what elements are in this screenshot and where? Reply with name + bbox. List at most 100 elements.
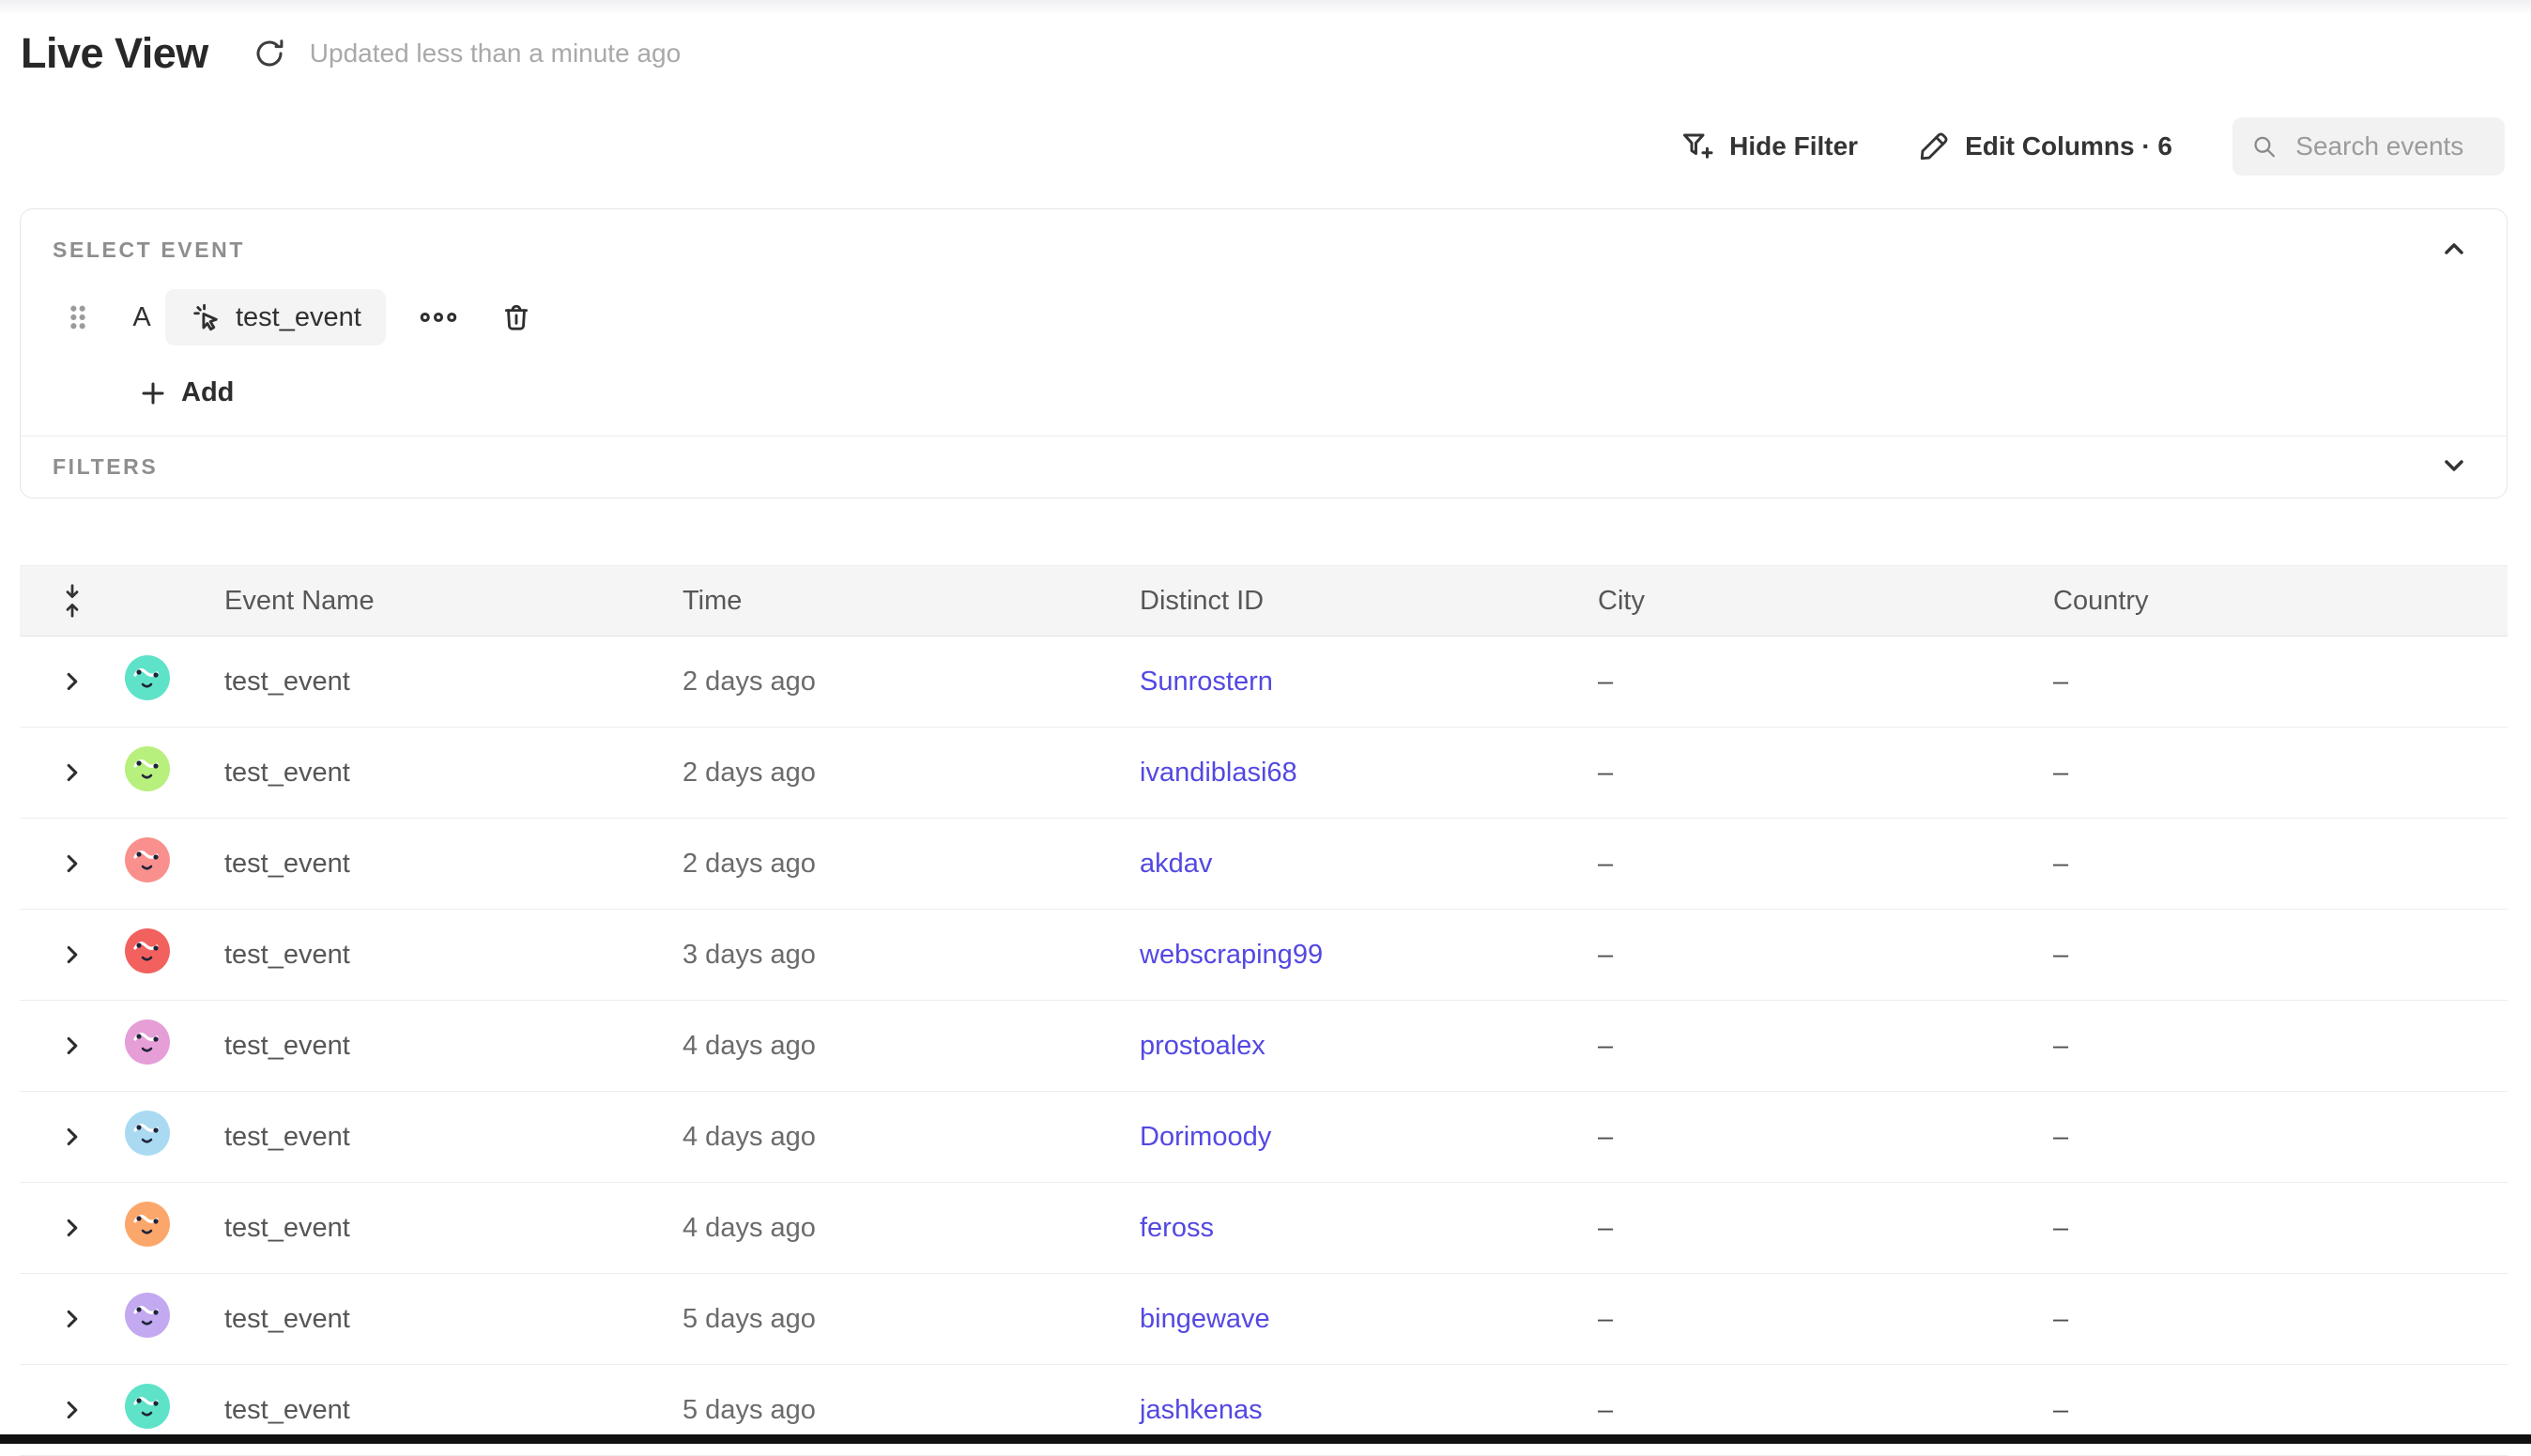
search-box[interactable]	[2232, 117, 2505, 176]
event-more-options-button[interactable]	[412, 301, 465, 333]
drag-handle-icon[interactable]	[66, 301, 90, 333]
edit-columns-button[interactable]: Edit Columns · 6	[1918, 130, 2172, 162]
event-name-cell: test_event	[224, 1213, 683, 1244]
trash-icon	[500, 301, 532, 333]
time-cell: 4 days ago	[683, 1031, 1140, 1062]
plus-icon	[139, 379, 167, 407]
filter-plus-icon	[1680, 130, 1714, 163]
chevron-right-icon	[60, 1307, 84, 1331]
city-cell: –	[1598, 940, 2053, 971]
bottom-window-edge	[0, 1434, 2531, 1444]
time-cell: 2 days ago	[683, 758, 1140, 789]
country-cell: –	[2053, 1395, 2508, 1426]
city-cell: –	[1598, 1395, 2053, 1426]
distinct-id-link[interactable]: feross	[1140, 1213, 1214, 1243]
expand-row-button[interactable]	[60, 943, 84, 967]
country-cell: –	[2053, 1304, 2508, 1335]
user-avatar	[125, 1293, 170, 1345]
distinct-id-link[interactable]: Dorimoody	[1140, 1122, 1271, 1152]
country-cell: –	[2053, 667, 2508, 697]
expand-filters-button[interactable]	[2439, 451, 2469, 483]
refresh-icon	[253, 37, 286, 70]
distinct-id-link[interactable]: bingewave	[1140, 1304, 1270, 1334]
event-name-cell: test_event	[224, 1031, 683, 1062]
event-name-cell: test_event	[224, 849, 683, 880]
selected-event-name: test_event	[236, 302, 361, 333]
city-cell: –	[1598, 1122, 2053, 1153]
distinct-id-link[interactable]: akdav	[1140, 849, 1212, 879]
time-cell: 2 days ago	[683, 849, 1140, 880]
chevron-right-icon	[60, 851, 84, 876]
hide-filter-label: Hide Filter	[1729, 131, 1858, 161]
chevron-right-icon	[60, 669, 84, 694]
event-name-cell: test_event	[224, 940, 683, 971]
hide-filter-button[interactable]: Hide Filter	[1680, 130, 1858, 163]
pencil-icon	[1918, 130, 1950, 162]
expand-row-button[interactable]	[60, 851, 84, 876]
time-cell: 2 days ago	[683, 667, 1140, 697]
delete-event-button[interactable]	[497, 298, 536, 337]
table-row: test_event 2 days ago akdav – –	[20, 819, 2508, 910]
expand-row-button[interactable]	[60, 669, 84, 694]
toolbar: Hide Filter Edit Columns · 6	[1680, 116, 2505, 176]
refresh-button[interactable]	[252, 36, 287, 71]
user-avatar	[125, 928, 170, 981]
user-avatar	[125, 1111, 170, 1163]
city-cell: –	[1598, 667, 2053, 697]
edit-columns-label: Edit Columns · 6	[1965, 131, 2172, 161]
expand-row-button[interactable]	[60, 1398, 84, 1422]
chevron-right-icon	[60, 1398, 84, 1422]
column-header-distinct-id: Distinct ID	[1140, 586, 1598, 617]
user-avatar	[125, 1019, 170, 1072]
user-avatar	[125, 1384, 170, 1436]
table-body: test_event 2 days ago Sunrostern – –	[20, 636, 2508, 1456]
expand-row-button[interactable]	[60, 1125, 84, 1149]
table-row: test_event 5 days ago bingewave – –	[20, 1274, 2508, 1365]
search-icon	[2251, 130, 2277, 162]
user-avatar	[125, 746, 170, 799]
country-cell: –	[2053, 758, 2508, 789]
country-cell: –	[2053, 1213, 2508, 1244]
expand-row-button[interactable]	[60, 1216, 84, 1240]
expand-row-button[interactable]	[60, 1307, 84, 1331]
table-row: test_event 4 days ago feross – –	[20, 1183, 2508, 1274]
chevron-right-icon	[60, 1216, 84, 1240]
city-cell: –	[1598, 849, 2053, 880]
time-cell: 3 days ago	[683, 940, 1140, 971]
distinct-id-link[interactable]: prostoalex	[1140, 1031, 1266, 1061]
event-row-letter: A	[130, 302, 154, 333]
event-name-cell: test_event	[224, 1395, 683, 1426]
column-header-time: Time	[683, 586, 1140, 617]
search-input[interactable]	[2293, 130, 2486, 162]
distinct-id-link[interactable]: jashkenas	[1140, 1395, 1263, 1425]
filters-label: FILTERS	[53, 454, 158, 480]
country-cell: –	[2053, 940, 2508, 971]
distinct-id-link[interactable]: webscraping99	[1140, 940, 1323, 970]
cursor-click-icon	[190, 301, 222, 333]
chevron-right-icon	[60, 1125, 84, 1149]
expand-row-button[interactable]	[60, 1034, 84, 1058]
chevron-up-icon	[2439, 234, 2469, 264]
expand-row-button[interactable]	[60, 760, 84, 785]
column-header-city: City	[1598, 586, 2053, 617]
event-name-cell: test_event	[224, 758, 683, 789]
collapse-vertical-icon	[58, 582, 86, 620]
collapse-rows-button[interactable]	[58, 582, 86, 620]
user-avatar	[125, 1202, 170, 1254]
table-row: test_event 3 days ago webscraping99 – –	[20, 910, 2508, 1001]
select-event-section: SELECT EVENT A	[21, 209, 2507, 436]
add-event-button[interactable]: Add	[139, 377, 234, 408]
distinct-id-link[interactable]: ivandiblasi68	[1140, 758, 1297, 788]
collapse-section-button[interactable]	[2439, 234, 2469, 267]
event-name-cell: test_event	[224, 1122, 683, 1153]
city-cell: –	[1598, 1213, 2053, 1244]
user-avatar	[125, 655, 170, 708]
top-fade-strip	[0, 0, 2531, 15]
event-selector-chip[interactable]: test_event	[165, 289, 386, 345]
ellipsis-icon	[418, 307, 459, 328]
city-cell: –	[1598, 758, 2053, 789]
distinct-id-link[interactable]: Sunrostern	[1140, 667, 1273, 697]
event-query-row: A test_event	[53, 289, 2469, 345]
event-name-cell: test_event	[224, 1304, 683, 1335]
table-header-row: Event Name Time Distinct ID City Country	[20, 565, 2508, 636]
